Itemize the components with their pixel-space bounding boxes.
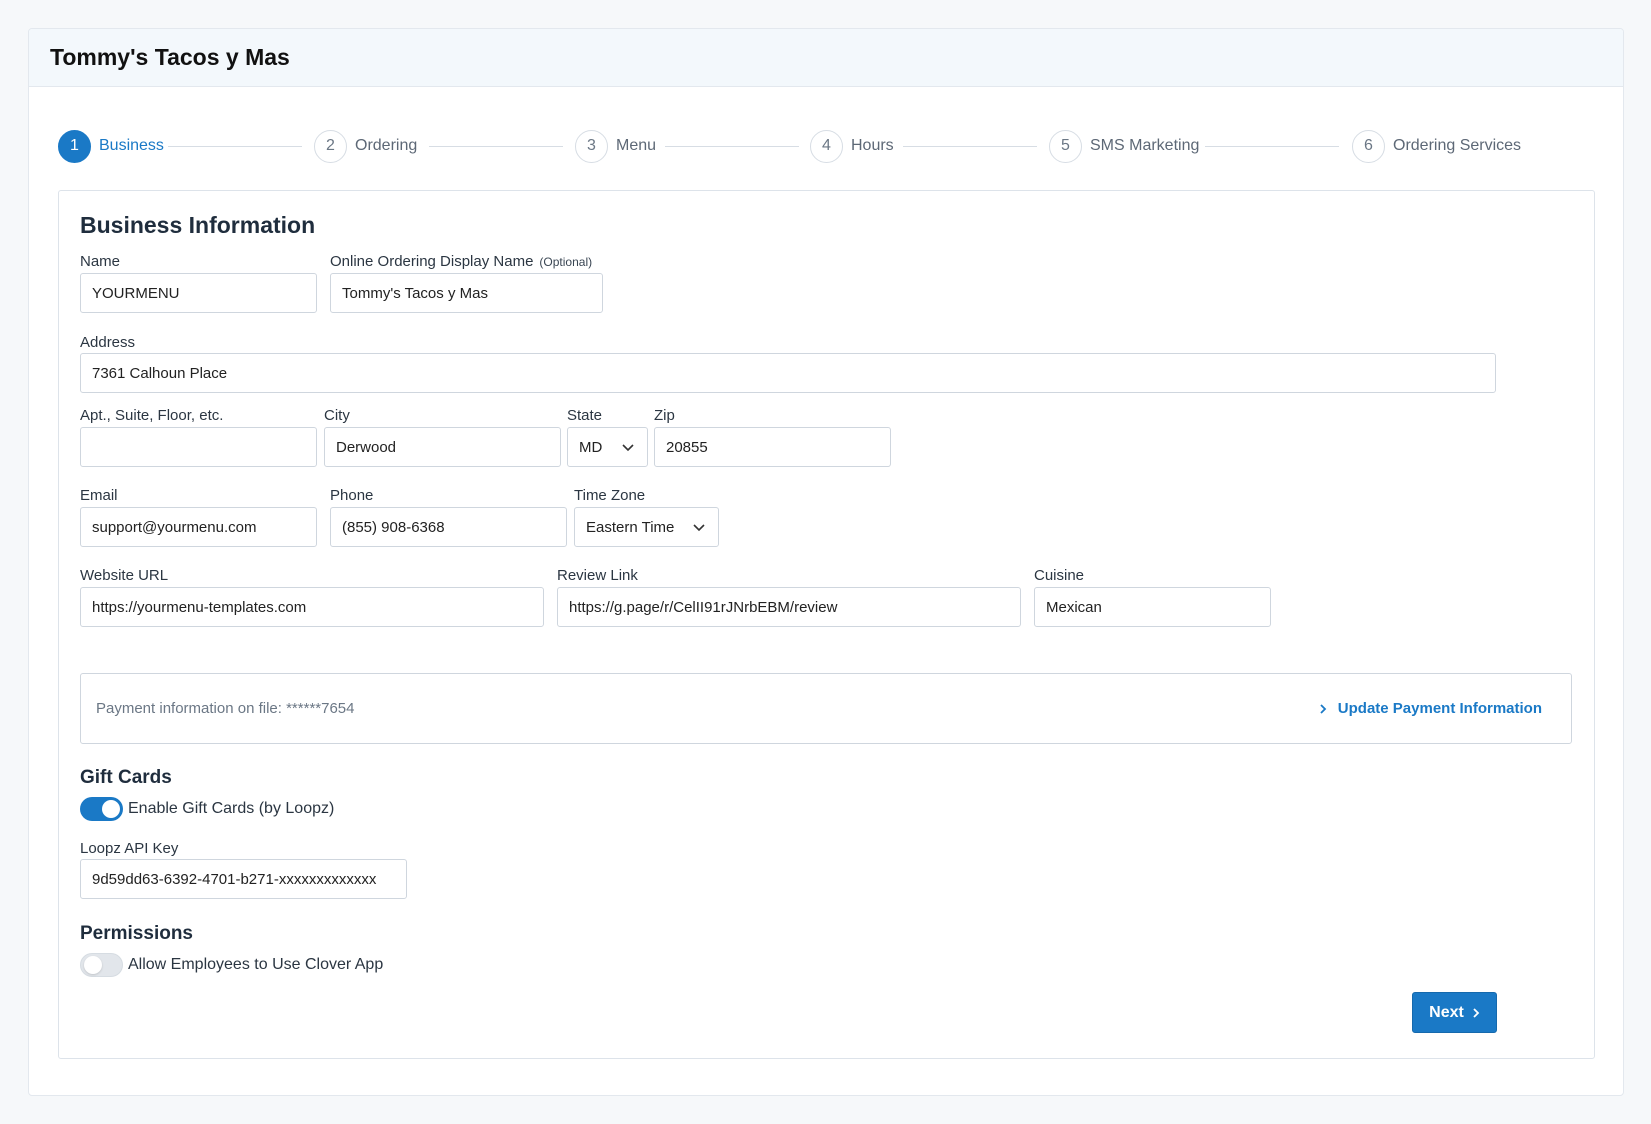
page-title: Tommy's Tacos y Mas: [50, 44, 290, 70]
step-ordering[interactable]: 2 Ordering: [314, 113, 417, 179]
step-hours[interactable]: 4 Hours: [810, 113, 894, 179]
phone-label: Phone: [330, 487, 374, 504]
clover-app-toggle-label: Allow Employees to Use Clover App: [128, 956, 384, 973]
display-name-label: Online Ordering Display Name (Optional): [330, 253, 592, 270]
payment-info-box: Payment information on file: ******7654 …: [80, 673, 1572, 744]
address-label: Address: [80, 334, 136, 351]
timezone-select[interactable]: Eastern Time: [574, 507, 719, 547]
step-label: Ordering: [355, 137, 418, 154]
optional-tag: (Optional): [539, 255, 593, 269]
card-header: Tommy's Tacos y Mas: [29, 29, 1623, 87]
email-input[interactable]: support@yourmenu.com: [80, 507, 317, 547]
apt-input[interactable]: [80, 427, 317, 467]
chevron-right-icon: [1320, 703, 1327, 714]
toggle-knob: [102, 800, 120, 818]
step-number: 1: [58, 129, 91, 163]
state-select[interactable]: MD: [567, 427, 648, 467]
zip-input[interactable]: 20855: [654, 427, 891, 467]
step-connector: [168, 146, 302, 147]
gift-cards-toggle-label: Enable Gift Cards (by Loopz): [128, 800, 335, 817]
step-connector: [903, 146, 1037, 147]
step-connector: [1205, 146, 1339, 147]
toggle-knob: [84, 956, 102, 974]
step-menu[interactable]: 3 Menu: [575, 113, 656, 179]
step-connector: [429, 146, 563, 147]
display-name-label-text: Online Ordering Display Name: [330, 253, 534, 270]
next-button-label: Next: [1429, 1003, 1464, 1021]
api-key-input[interactable]: 9d59dd63-6392-4701-b271-xxxxxxxxxxxxx: [80, 859, 407, 899]
name-input[interactable]: YOURMENU: [80, 273, 317, 313]
step-label: Ordering Services: [1393, 137, 1522, 154]
zip-label: Zip: [654, 407, 675, 424]
review-link-input[interactable]: https://g.page/r/CelII91rJNrbEBM/review: [557, 587, 1021, 627]
address-input[interactable]: 7361 Calhoun Place: [80, 353, 1496, 393]
onboarding-card: Tommy's Tacos y Mas 1 Business 2 Orderin…: [28, 28, 1624, 1096]
gift-cards-heading: Gift Cards: [80, 767, 172, 788]
cuisine-label: Cuisine: [1034, 567, 1085, 584]
timezone-value: Eastern Time: [586, 518, 675, 536]
state-label: State: [567, 407, 603, 424]
step-number: 3: [575, 129, 608, 163]
step-number: 4: [810, 129, 843, 163]
step-label: Hours: [851, 137, 894, 154]
stepper: 1 Business 2 Ordering 3 Menu 4 Hours 5 S…: [58, 113, 1596, 179]
apt-label: Apt., Suite, Floor, etc.: [80, 407, 224, 424]
update-payment-label: Update Payment Information: [1337, 700, 1542, 717]
step-sms-marketing[interactable]: 5 SMS Marketing: [1049, 113, 1199, 179]
clover-app-toggle[interactable]: [80, 953, 123, 977]
chevron-down-icon: [622, 444, 634, 452]
city-input[interactable]: Derwood: [324, 427, 561, 467]
step-label: SMS Marketing: [1090, 137, 1200, 154]
step-number: 6: [1352, 129, 1385, 163]
website-label: Website URL: [80, 567, 169, 584]
permissions-heading: Permissions: [80, 923, 193, 944]
gift-cards-toggle[interactable]: [80, 797, 123, 821]
name-label: Name: [80, 253, 121, 270]
step-business[interactable]: 1 Business: [58, 113, 164, 179]
gift-cards-toggle-row: Enable Gift Cards (by Loopz): [80, 797, 334, 821]
update-payment-link[interactable]: Update Payment Information: [1318, 700, 1542, 717]
website-input[interactable]: https://yourmenu-templates.com: [80, 587, 544, 627]
state-value: MD: [579, 438, 603, 456]
next-button[interactable]: Next: [1412, 992, 1497, 1033]
step-ordering-services[interactable]: 6 Ordering Services: [1352, 113, 1521, 179]
review-link-label: Review Link: [557, 567, 638, 584]
step-number: 2: [314, 129, 347, 163]
step-label: Business: [99, 137, 164, 154]
step-number: 5: [1049, 129, 1082, 163]
city-label: City: [324, 407, 350, 424]
permissions-toggle-row: Allow Employees to Use Clover App: [80, 953, 383, 977]
payment-info-text: Payment information on file: ******7654: [96, 700, 355, 717]
api-key-label: Loopz API Key: [80, 840, 179, 857]
display-name-input[interactable]: Tommy's Tacos y Mas: [330, 273, 603, 313]
section-title: Business Information: [80, 212, 316, 238]
timezone-label: Time Zone: [574, 487, 646, 504]
step-label: Menu: [616, 137, 657, 154]
chevron-down-icon: [693, 524, 705, 532]
step-connector: [665, 146, 799, 147]
business-form: Business Information Name YOURMENU Onlin…: [58, 190, 1595, 1059]
email-label: Email: [80, 487, 118, 504]
chevron-right-icon: [1473, 1007, 1480, 1018]
phone-input[interactable]: (855) 908-6368: [330, 507, 567, 547]
cuisine-input[interactable]: Mexican: [1034, 587, 1271, 627]
